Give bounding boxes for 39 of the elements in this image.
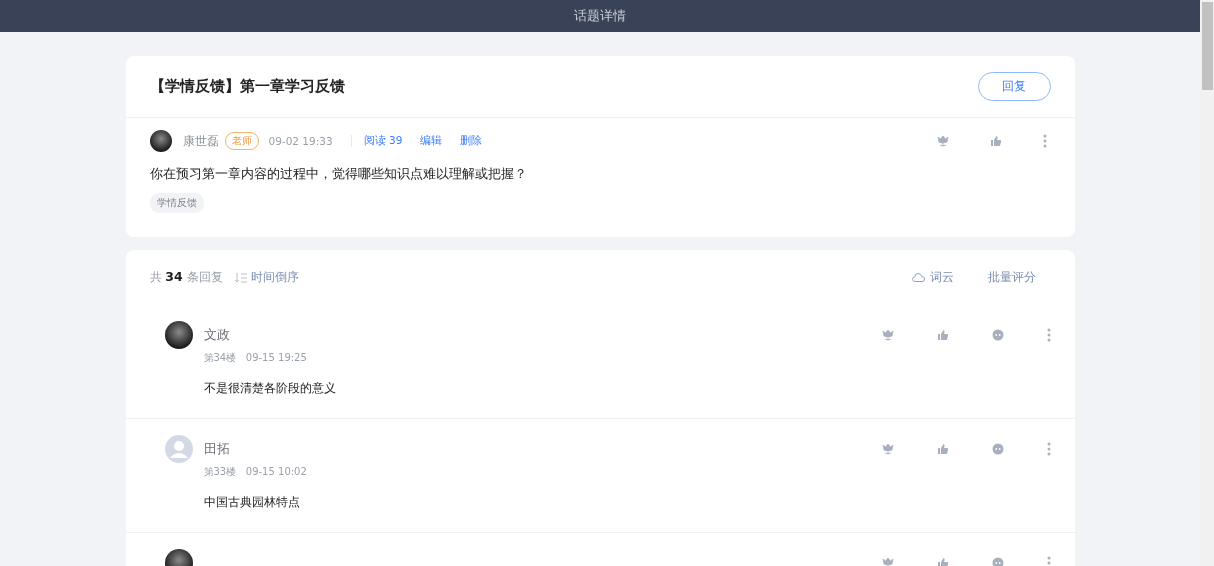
- reply-content: 不是很清楚各阶段的意义: [203, 380, 337, 397]
- reply-button[interactable]: 回复: [977, 72, 1051, 101]
- chat-icon[interactable]: [991, 443, 1004, 455]
- post-time: 09-02 19:33: [268, 135, 333, 147]
- flower-icon[interactable]: [881, 443, 894, 455]
- reply-count: 共 34 条回复: [149, 269, 223, 286]
- more-icon[interactable]: [1046, 556, 1051, 566]
- thumbs-up-icon[interactable]: [936, 557, 949, 566]
- sort-icon: [234, 272, 247, 283]
- avatar-photo: [149, 130, 172, 152]
- reply-author: 田拓: [203, 440, 230, 458]
- flower-icon[interactable]: [936, 135, 949, 147]
- thumbs-up-icon[interactable]: [989, 135, 1002, 147]
- action-link[interactable]: 删除: [460, 134, 483, 148]
- thumbs-up-icon[interactable]: [936, 443, 949, 455]
- reply-author: 文政: [203, 326, 230, 344]
- page-title: 话题详情: [0, 0, 1200, 32]
- word-cloud-button[interactable]: 词云: [911, 269, 954, 286]
- reply-meta: 第33楼 09-15 10:02: [203, 465, 308, 479]
- author-name: 康世磊: [182, 132, 219, 150]
- topic-tag[interactable]: 学情反馈: [149, 193, 204, 213]
- reply-meta: 第34楼 09-15 19:25: [203, 351, 308, 365]
- more-icon[interactable]: [1042, 134, 1047, 148]
- more-icon[interactable]: [1046, 328, 1051, 342]
- sort-button[interactable]: 时间倒序: [234, 269, 299, 286]
- topic-content: 你在预习第一章内容的过程中，觉得哪些知识点难以理解或把握？: [149, 166, 528, 183]
- topic-title: 【学情反馈】第一章学习反馈: [149, 77, 345, 96]
- reply-content: 中国古典园林特点: [203, 494, 301, 511]
- more-icon[interactable]: [1046, 442, 1051, 456]
- chat-icon[interactable]: [991, 557, 1004, 566]
- flower-icon[interactable]: [881, 557, 894, 566]
- thumbs-up-icon[interactable]: [936, 329, 949, 341]
- cloud-icon: [911, 273, 925, 282]
- flower-icon[interactable]: [881, 329, 894, 341]
- chat-icon[interactable]: [991, 329, 1004, 341]
- batch-score-button[interactable]: 批量评分: [987, 269, 1036, 286]
- scrollbar-thumb[interactable]: [1201, 2, 1213, 90]
- action-link[interactable]: 阅读 39: [363, 134, 403, 148]
- action-link[interactable]: 编辑: [420, 134, 443, 148]
